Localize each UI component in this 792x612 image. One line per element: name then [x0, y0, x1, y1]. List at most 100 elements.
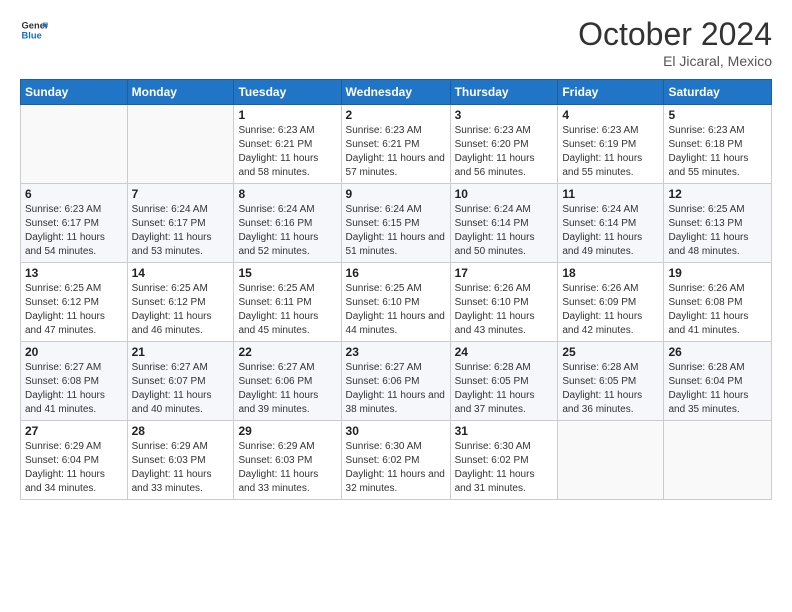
day-number: 8: [238, 187, 336, 201]
table-cell: 26 Sunrise: 6:28 AMSunset: 6:04 PMDayligh…: [664, 342, 772, 421]
day-info: Sunrise: 6:28 AMSunset: 6:05 PMDaylight:…: [562, 361, 659, 417]
day-info: Sunrise: 6:24 AMSunset: 6:15 PMDaylight:…: [346, 203, 446, 259]
day-info: Sunrise: 6:23 AMSunset: 6:19 PMDaylight:…: [562, 124, 659, 180]
day-info: Sunrise: 6:29 AMSunset: 6:03 PMDaylight:…: [132, 440, 230, 496]
table-cell: 19 Sunrise: 6:26 AMSunset: 6:08 PMDayligh…: [664, 263, 772, 342]
table-cell: 24 Sunrise: 6:28 AMSunset: 6:05 PMDayligh…: [450, 342, 558, 421]
calendar-table: Sunday Monday Tuesday Wednesday Thursday…: [20, 79, 772, 500]
title-month: October 2024: [578, 16, 772, 53]
day-number: 12: [668, 187, 767, 201]
header: General Blue October 2024 El Jicaral, Me…: [20, 16, 772, 69]
col-saturday: Saturday: [664, 80, 772, 105]
day-number: 13: [25, 266, 123, 280]
logo: General Blue: [20, 16, 48, 44]
day-number: 6: [25, 187, 123, 201]
table-cell: 21 Sunrise: 6:27 AMSunset: 6:07 PMDayligh…: [127, 342, 234, 421]
table-cell: 10 Sunrise: 6:24 AMSunset: 6:14 PMDayligh…: [450, 184, 558, 263]
day-info: Sunrise: 6:25 AMSunset: 6:12 PMDaylight:…: [25, 282, 123, 338]
table-cell: 11 Sunrise: 6:24 AMSunset: 6:14 PMDayligh…: [558, 184, 664, 263]
day-info: Sunrise: 6:29 AMSunset: 6:04 PMDaylight:…: [25, 440, 123, 496]
table-cell: 30 Sunrise: 6:30 AMSunset: 6:02 PMDayligh…: [341, 421, 450, 500]
day-info: Sunrise: 6:27 AMSunset: 6:07 PMDaylight:…: [132, 361, 230, 417]
day-number: 21: [132, 345, 230, 359]
day-number: 24: [455, 345, 554, 359]
svg-text:Blue: Blue: [22, 31, 42, 41]
day-number: 11: [562, 187, 659, 201]
calendar-header-row: Sunday Monday Tuesday Wednesday Thursday…: [21, 80, 772, 105]
table-cell: 25 Sunrise: 6:28 AMSunset: 6:05 PMDayligh…: [558, 342, 664, 421]
day-info: Sunrise: 6:26 AMSunset: 6:09 PMDaylight:…: [562, 282, 659, 338]
page: General Blue October 2024 El Jicaral, Me…: [0, 0, 792, 612]
col-sunday: Sunday: [21, 80, 128, 105]
day-number: 7: [132, 187, 230, 201]
table-cell: 12Sunrise: 6:25 AMSunset: 6:13 PMDayligh…: [664, 184, 772, 263]
week-row-5: 27 Sunrise: 6:29 AMSunset: 6:04 PMDayligh…: [21, 421, 772, 500]
col-friday: Friday: [558, 80, 664, 105]
day-number: 30: [346, 424, 446, 438]
table-cell: 29Sunrise: 6:29 AMSunset: 6:03 PMDayligh…: [234, 421, 341, 500]
day-info: Sunrise: 6:28 AMSunset: 6:04 PMDaylight:…: [668, 361, 767, 417]
day-info: Sunrise: 6:23 AMSunset: 6:18 PMDaylight:…: [668, 124, 767, 180]
table-cell: 5 Sunrise: 6:23 AMSunset: 6:18 PMDaylight…: [664, 105, 772, 184]
day-number: 29: [238, 424, 336, 438]
day-number: 17: [455, 266, 554, 280]
day-number: 27: [25, 424, 123, 438]
day-info: Sunrise: 6:30 AMSunset: 6:02 PMDaylight:…: [346, 440, 446, 496]
day-info: Sunrise: 6:25 AMSunset: 6:10 PMDaylight:…: [346, 282, 446, 338]
day-info: Sunrise: 6:24 AMSunset: 6:14 PMDaylight:…: [562, 203, 659, 259]
day-number: 18: [562, 266, 659, 280]
table-cell: 4 Sunrise: 6:23 AMSunset: 6:19 PMDaylight…: [558, 105, 664, 184]
day-number: 3: [455, 108, 554, 122]
table-cell: 1Sunrise: 6:23 AMSunset: 6:21 PMDaylight…: [234, 105, 341, 184]
day-number: 5: [668, 108, 767, 122]
table-cell: [127, 105, 234, 184]
table-cell: 15 Sunrise: 6:25 AMSunset: 6:11 PMDayligh…: [234, 263, 341, 342]
day-number: 9: [346, 187, 446, 201]
day-number: 14: [132, 266, 230, 280]
table-cell: [664, 421, 772, 500]
day-number: 1: [238, 108, 336, 122]
day-number: 25: [562, 345, 659, 359]
table-cell: 28 Sunrise: 6:29 AMSunset: 6:03 PMDayligh…: [127, 421, 234, 500]
col-monday: Monday: [127, 80, 234, 105]
day-number: 23: [346, 345, 446, 359]
col-tuesday: Tuesday: [234, 80, 341, 105]
day-info: Sunrise: 6:24 AMSunset: 6:14 PMDaylight:…: [455, 203, 554, 259]
day-info: Sunrise: 6:30 AMSunset: 6:02 PMDaylight:…: [455, 440, 554, 496]
day-number: 16: [346, 266, 446, 280]
day-number: 4: [562, 108, 659, 122]
table-cell: 14 Sunrise: 6:25 AMSunset: 6:12 PMDayligh…: [127, 263, 234, 342]
day-info: Sunrise: 6:24 AMSunset: 6:17 PMDaylight:…: [132, 203, 230, 259]
day-number: 10: [455, 187, 554, 201]
day-info: Sunrise: 6:24 AMSunset: 6:16 PMDaylight:…: [238, 203, 336, 259]
table-cell: 20Sunrise: 6:27 AMSunset: 6:08 PMDayligh…: [21, 342, 128, 421]
table-cell: 31Sunrise: 6:30 AMSunset: 6:02 PMDayligh…: [450, 421, 558, 500]
day-number: 26: [668, 345, 767, 359]
table-cell: 9 Sunrise: 6:24 AMSunset: 6:15 PMDaylight…: [341, 184, 450, 263]
day-info: Sunrise: 6:28 AMSunset: 6:05 PMDaylight:…: [455, 361, 554, 417]
week-row-3: 13 Sunrise: 6:25 AMSunset: 6:12 PMDayligh…: [21, 263, 772, 342]
col-thursday: Thursday: [450, 80, 558, 105]
day-info: Sunrise: 6:26 AMSunset: 6:08 PMDaylight:…: [668, 282, 767, 338]
day-number: 22: [238, 345, 336, 359]
day-number: 28: [132, 424, 230, 438]
table-cell: 23Sunrise: 6:27 AMSunset: 6:06 PMDayligh…: [341, 342, 450, 421]
day-info: Sunrise: 6:26 AMSunset: 6:10 PMDaylight:…: [455, 282, 554, 338]
day-info: Sunrise: 6:23 AMSunset: 6:21 PMDaylight:…: [346, 124, 446, 180]
table-cell: [558, 421, 664, 500]
table-cell: 17 Sunrise: 6:26 AMSunset: 6:10 PMDayligh…: [450, 263, 558, 342]
title-location: El Jicaral, Mexico: [578, 53, 772, 69]
table-cell: 27 Sunrise: 6:29 AMSunset: 6:04 PMDayligh…: [21, 421, 128, 500]
day-info: Sunrise: 6:23 AMSunset: 6:17 PMDaylight:…: [25, 203, 123, 259]
general-blue-logo-icon: General Blue: [20, 16, 48, 44]
day-number: 15: [238, 266, 336, 280]
day-info: Sunrise: 6:25 AMSunset: 6:11 PMDaylight:…: [238, 282, 336, 338]
table-cell: 3Sunrise: 6:23 AMSunset: 6:20 PMDaylight…: [450, 105, 558, 184]
day-number: 19: [668, 266, 767, 280]
table-cell: 6 Sunrise: 6:23 AMSunset: 6:17 PMDaylight…: [21, 184, 128, 263]
day-info: Sunrise: 6:25 AMSunset: 6:12 PMDaylight:…: [132, 282, 230, 338]
table-cell: 22Sunrise: 6:27 AMSunset: 6:06 PMDayligh…: [234, 342, 341, 421]
table-cell: 8 Sunrise: 6:24 AMSunset: 6:16 PMDaylight…: [234, 184, 341, 263]
table-cell: 2Sunrise: 6:23 AMSunset: 6:21 PMDaylight…: [341, 105, 450, 184]
title-block: October 2024 El Jicaral, Mexico: [578, 16, 772, 69]
